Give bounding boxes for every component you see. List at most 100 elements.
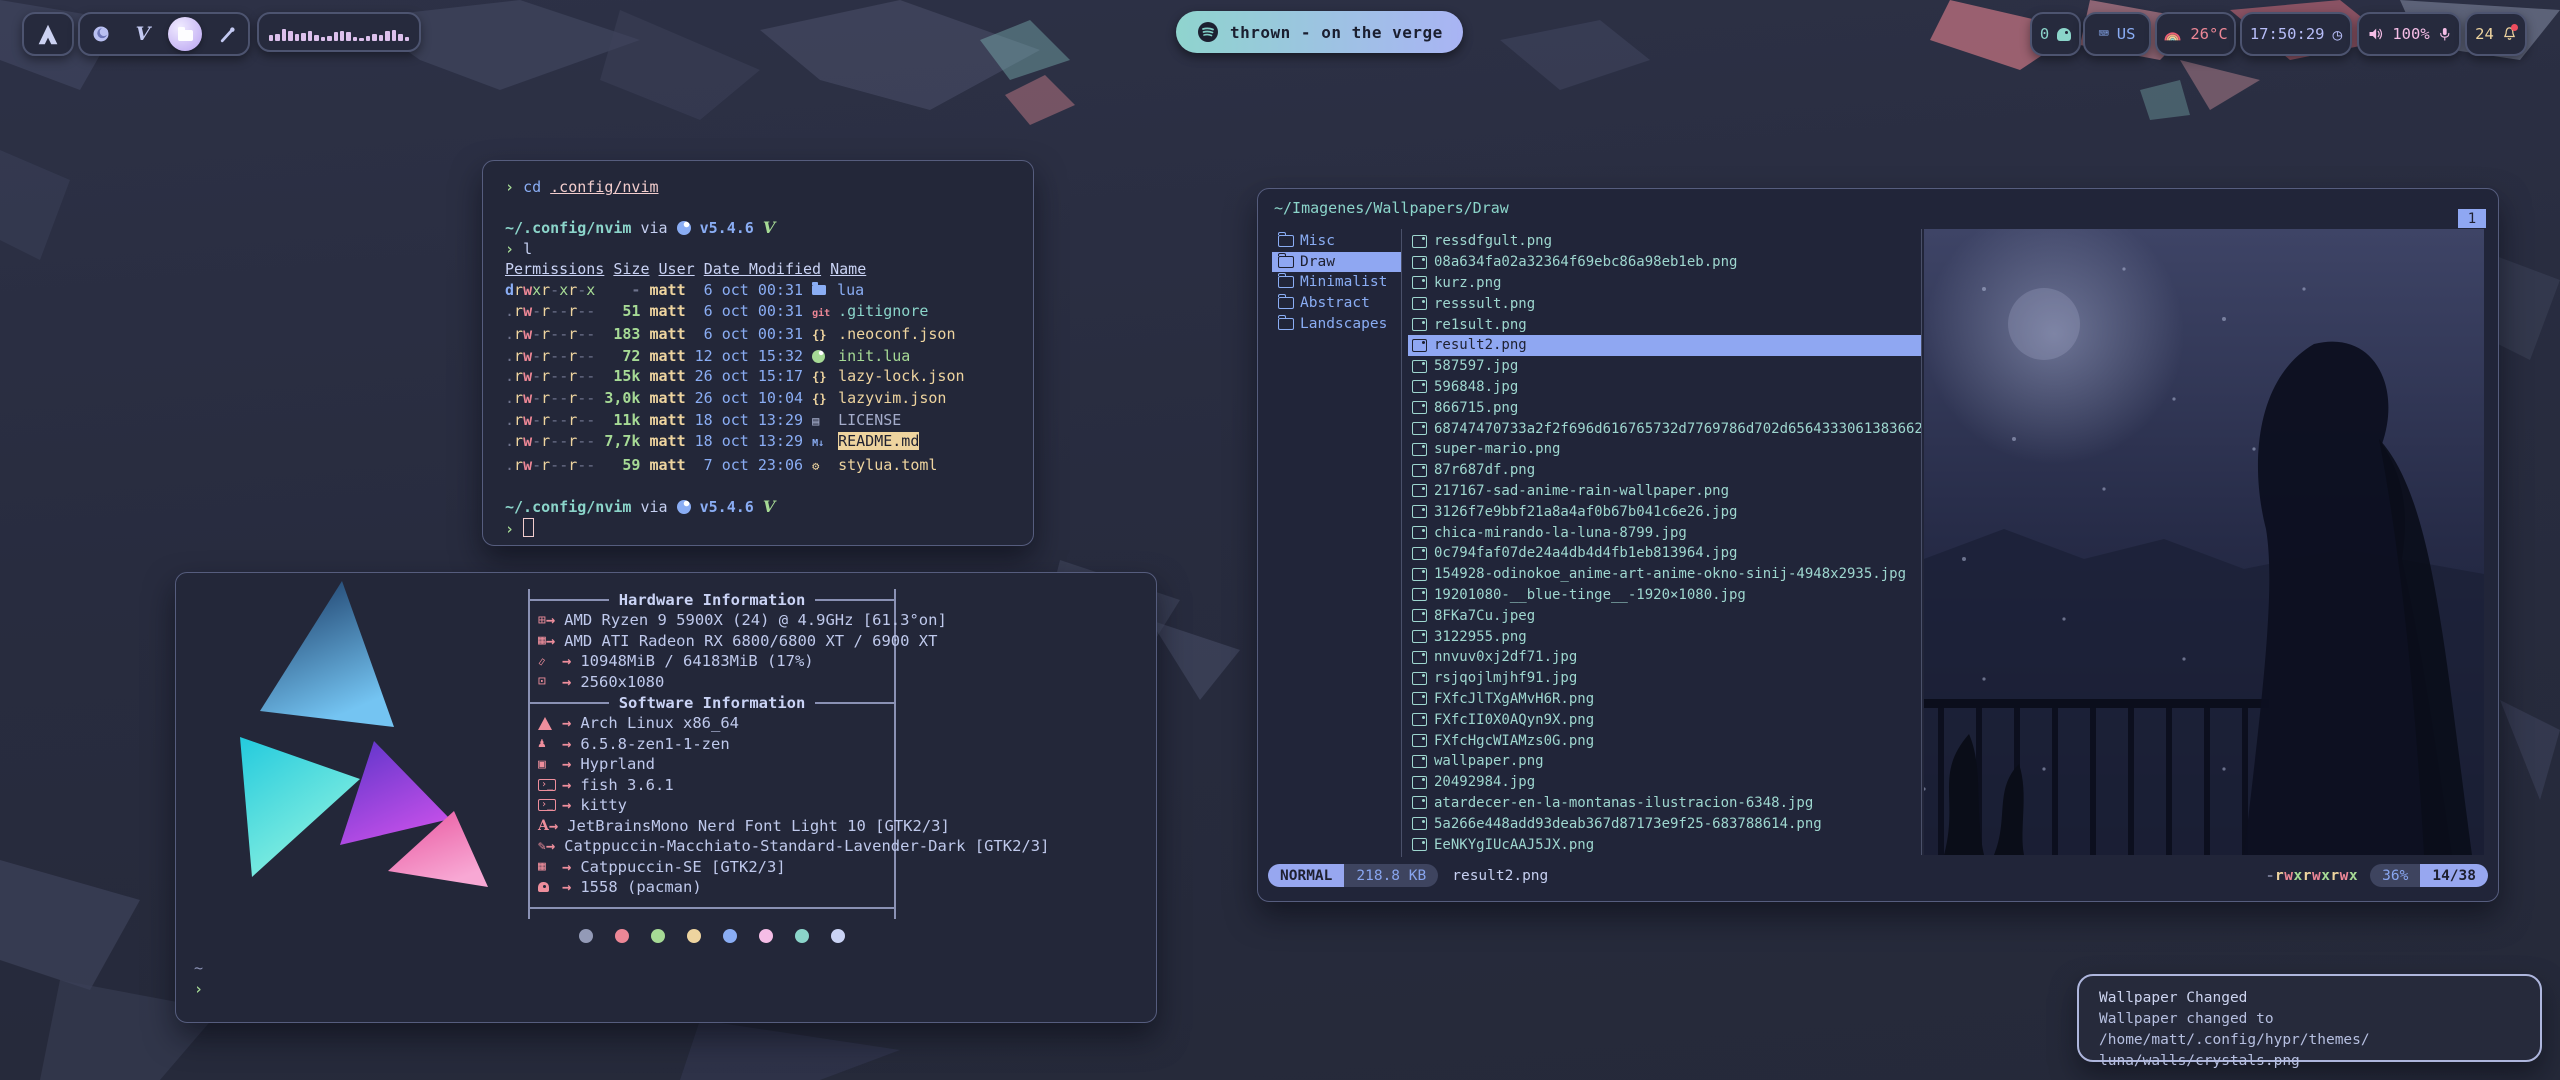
active-app-highlight	[168, 17, 202, 51]
terminal-icon: ›_	[538, 799, 562, 811]
sidebar-item-draw[interactable]: Draw	[1272, 252, 1402, 273]
prompt-line: ~/.config/nvim via v5.4.6 V	[505, 497, 1033, 518]
app-launcher-button[interactable]	[22, 12, 74, 56]
file-list-item[interactable]: FXfcHgcWIAMzs0G.png	[1408, 730, 1921, 751]
file-list-item[interactable]: 596848.jpg	[1408, 377, 1921, 398]
file-list-item[interactable]: 587597.jpg	[1408, 356, 1921, 377]
file-list-item[interactable]: 0c794faf07de24a4db4d4fb1eb813964.jpg	[1408, 543, 1921, 564]
spotify-icon	[1196, 20, 1220, 44]
keyboard-layout-widget[interactable]: ⌨ US	[2083, 12, 2151, 56]
fetch-prompt[interactable]: ~ ›	[194, 958, 203, 1000]
file-list-item[interactable]: 19201080-__blue-tinge__-1920×1080.jpg	[1408, 585, 1921, 606]
file-list-item[interactable]: 3126f7e9bbf21a8a4af0b67b041c6e26.jpg	[1408, 501, 1921, 522]
file-name: lua	[837, 281, 864, 299]
fetch-info-line: A→JetBrainsMono Nerd Font Light 10 [GTK2…	[530, 816, 894, 837]
git-file-icon: git	[812, 304, 829, 325]
file-list-item[interactable]: FXfcJlTXgAMvH6R.png	[1408, 689, 1921, 710]
ls-row: drwxr-xr-x - matt 6 oct 00:31 lua	[505, 280, 1033, 301]
visualizer-bar	[321, 37, 325, 41]
tab-badge[interactable]: 1	[2458, 209, 2486, 228]
visualizer-bar	[275, 34, 279, 41]
image-file-icon	[1412, 796, 1427, 809]
music-player-widget[interactable]: thrown - on the verge	[1176, 11, 1463, 53]
file-list-item[interactable]: ressdfgult.png	[1408, 231, 1921, 252]
ls-row: .rw-r--r-- 72 matt 12 oct 15:32 init.lua	[505, 346, 1033, 367]
clock-widget[interactable]: 17:50:29 ◷	[2240, 12, 2352, 56]
image-file-icon	[1412, 692, 1427, 705]
notification-popup[interactable]: Wallpaper Changed Wallpaper changed to /…	[2077, 974, 2542, 1062]
fetch-info-line: →1558 (pacman)	[530, 877, 894, 898]
lua-icon	[677, 221, 691, 235]
notification-body: Wallpaper changed to /home/matt/.config/…	[2099, 1009, 2520, 1051]
image-file-icon	[1412, 276, 1427, 289]
dock-firefox-button[interactable]	[83, 16, 119, 52]
sidebar-item-misc[interactable]: Misc	[1272, 231, 1402, 252]
visualizer-bar	[327, 36, 331, 41]
terminal-cursor-line[interactable]: ›	[505, 518, 1033, 540]
visualizer-bar	[282, 29, 286, 41]
file-list-item[interactable]: re1sult.png	[1408, 314, 1921, 335]
list-position-badge: 14/38	[2420, 864, 2488, 887]
file-list-item[interactable]: 217167-sad-anime-rain-wallpaper.png	[1408, 481, 1921, 502]
file-list-item[interactable]: 8FKa7Cu.jpeg	[1408, 605, 1921, 626]
file-list-item[interactable]: nnvuv0xj2df71.jpg	[1408, 647, 1921, 668]
image-file-icon	[1412, 256, 1427, 269]
image-file-icon	[1412, 713, 1427, 726]
image-file-icon	[1412, 505, 1427, 518]
file-list-item[interactable]: EeNKYgIUcAAJ5JX.png	[1408, 834, 1921, 855]
file-list-item[interactable]: 68747470733a2f2f696d616765732d7769786d70…	[1408, 418, 1921, 439]
file-list-item[interactable]: atardecer-en-la-montanas-ilustracion-634…	[1408, 793, 1921, 814]
palette-dot	[615, 929, 629, 943]
weather-widget[interactable]: 26°C	[2155, 12, 2236, 56]
software-section-header: Software Information	[530, 692, 894, 713]
file-list-item[interactable]: result2.png	[1408, 335, 1921, 356]
sidebar-item-landscapes[interactable]: Landscapes	[1272, 313, 1402, 334]
ls-row: .rw-r--r-- 7,7k matt 18 oct 13:29 M↓ REA…	[505, 431, 1033, 455]
file-manager-window: ~/Imagenes/Wallpapers/Draw 1 MiscDrawMin…	[1257, 188, 2499, 902]
file-list-item[interactable]: wallpaper.png	[1408, 751, 1921, 772]
ls-row: .rw-r--r-- 11k matt 18 oct 13:29 ▤ LICEN…	[505, 410, 1033, 432]
updates-count: 0	[2040, 25, 2049, 43]
file-list-item[interactable]: resssult.png	[1408, 293, 1921, 314]
vim-mark-icon: V	[763, 497, 775, 516]
file-list-item[interactable]: 154928-odinokoe_anime-art-anime-okno-sin…	[1408, 564, 1921, 585]
file-list-item[interactable]: rsjqojlmjhf91.jpg	[1408, 668, 1921, 689]
fetch-info-line: ▦→Catppuccin-SE [GTK2/3]	[530, 857, 894, 878]
fetch-info-line: ♟→6.5.8-zen1-1-zen	[530, 734, 894, 755]
image-file-icon	[1412, 672, 1427, 685]
updates-widget[interactable]: 0	[2030, 12, 2081, 56]
visualizer-bar	[346, 32, 350, 41]
notification-count: 24	[2475, 25, 2494, 43]
folder-open-icon	[1278, 318, 1294, 330]
json-file-icon: {}	[812, 389, 829, 410]
dock-files-button[interactable]	[167, 16, 203, 52]
file-list-item[interactable]: 87r687df.png	[1408, 460, 1921, 481]
file-list-item[interactable]: 3122955.png	[1408, 626, 1921, 647]
gpu-icon: ▦	[538, 633, 546, 648]
sidebar-item-abstract[interactable]: Abstract	[1272, 293, 1402, 314]
file-list-item[interactable]: chica-mirando-la-luna-8799.jpg	[1408, 522, 1921, 543]
audio-widget[interactable]: 100%	[2357, 12, 2461, 56]
file-name: LICENSE	[838, 411, 901, 429]
visualizer-bar	[269, 35, 273, 41]
image-file-icon	[1412, 755, 1427, 768]
sidebar-item-minimalist[interactable]: Minimalist	[1272, 272, 1402, 293]
json-file-icon: {}	[812, 325, 829, 346]
dock-paint-button[interactable]	[209, 16, 245, 52]
file-list-item[interactable]: super-mario.png	[1408, 439, 1921, 460]
dock-vim-button[interactable]: V	[125, 16, 161, 52]
file-list-item[interactable]: 866715.png	[1408, 397, 1921, 418]
pane-divider	[1401, 229, 1402, 857]
visualizer-bar	[340, 31, 344, 41]
file-list-item[interactable]: kurz.png	[1408, 273, 1921, 294]
file-list-item[interactable]: 08a634fa02a32364f69ebc86a98eb1eb.png	[1408, 252, 1921, 273]
file-list-item[interactable]: FXfcII0X0AQyn9X.png	[1408, 709, 1921, 730]
microphone-icon	[2438, 26, 2451, 43]
file-list-item[interactable]: 20492984.jpg	[1408, 772, 1921, 793]
notifications-widget[interactable]: 24	[2465, 12, 2527, 56]
visualizer-bar	[288, 31, 292, 41]
image-file-icon	[1412, 651, 1427, 664]
hardware-section-header: Hardware Information	[530, 589, 894, 610]
clock-icon: ◷	[2333, 25, 2343, 44]
file-list-item[interactable]: 5a266e448add93deab367d87173e9f25-6837886…	[1408, 813, 1921, 834]
